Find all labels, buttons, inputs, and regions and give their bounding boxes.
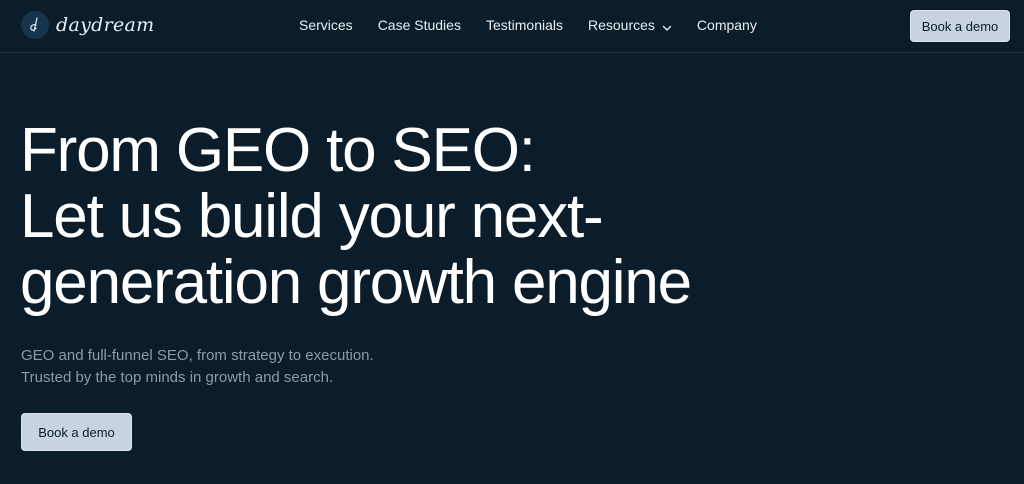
- brand-name: daydream: [56, 14, 155, 36]
- brand-logo[interactable]: daydream: [21, 11, 154, 39]
- nav-book-demo-button[interactable]: Book a demo: [910, 10, 1010, 42]
- hero-title: From GEO to SEO: Let us build your next-…: [20, 118, 780, 316]
- top-navbar: daydream Services Case Studies Testimoni…: [0, 0, 1024, 53]
- chevron-down-icon: [662, 20, 672, 31]
- daydream-logo-icon: [21, 11, 49, 39]
- nav-link-company[interactable]: Company: [697, 17, 757, 33]
- hero-title-line-1: From GEO to SEO:: [20, 116, 536, 185]
- nav-link-resources[interactable]: Resources: [588, 17, 672, 33]
- hero-title-line-2: Let us build your next-: [20, 182, 604, 251]
- nav-link-resources-label: Resources: [588, 17, 655, 33]
- hero-subtitle: GEO and full-funnel SEO, from strategy t…: [21, 345, 374, 389]
- hero-subtitle-line-1: GEO and full-funnel SEO, from strategy t…: [21, 347, 374, 364]
- main-nav: Services Case Studies Testimonials Resou…: [299, 17, 757, 33]
- nav-link-case-studies[interactable]: Case Studies: [378, 17, 461, 33]
- hero-book-demo-button[interactable]: Book a demo: [21, 413, 132, 451]
- hero-subtitle-line-2: Trusted by the top minds in growth and s…: [21, 369, 334, 386]
- nav-link-testimonials[interactable]: Testimonials: [486, 17, 563, 33]
- nav-link-services[interactable]: Services: [299, 17, 353, 33]
- hero-title-line-3: generation growth engine: [20, 248, 692, 317]
